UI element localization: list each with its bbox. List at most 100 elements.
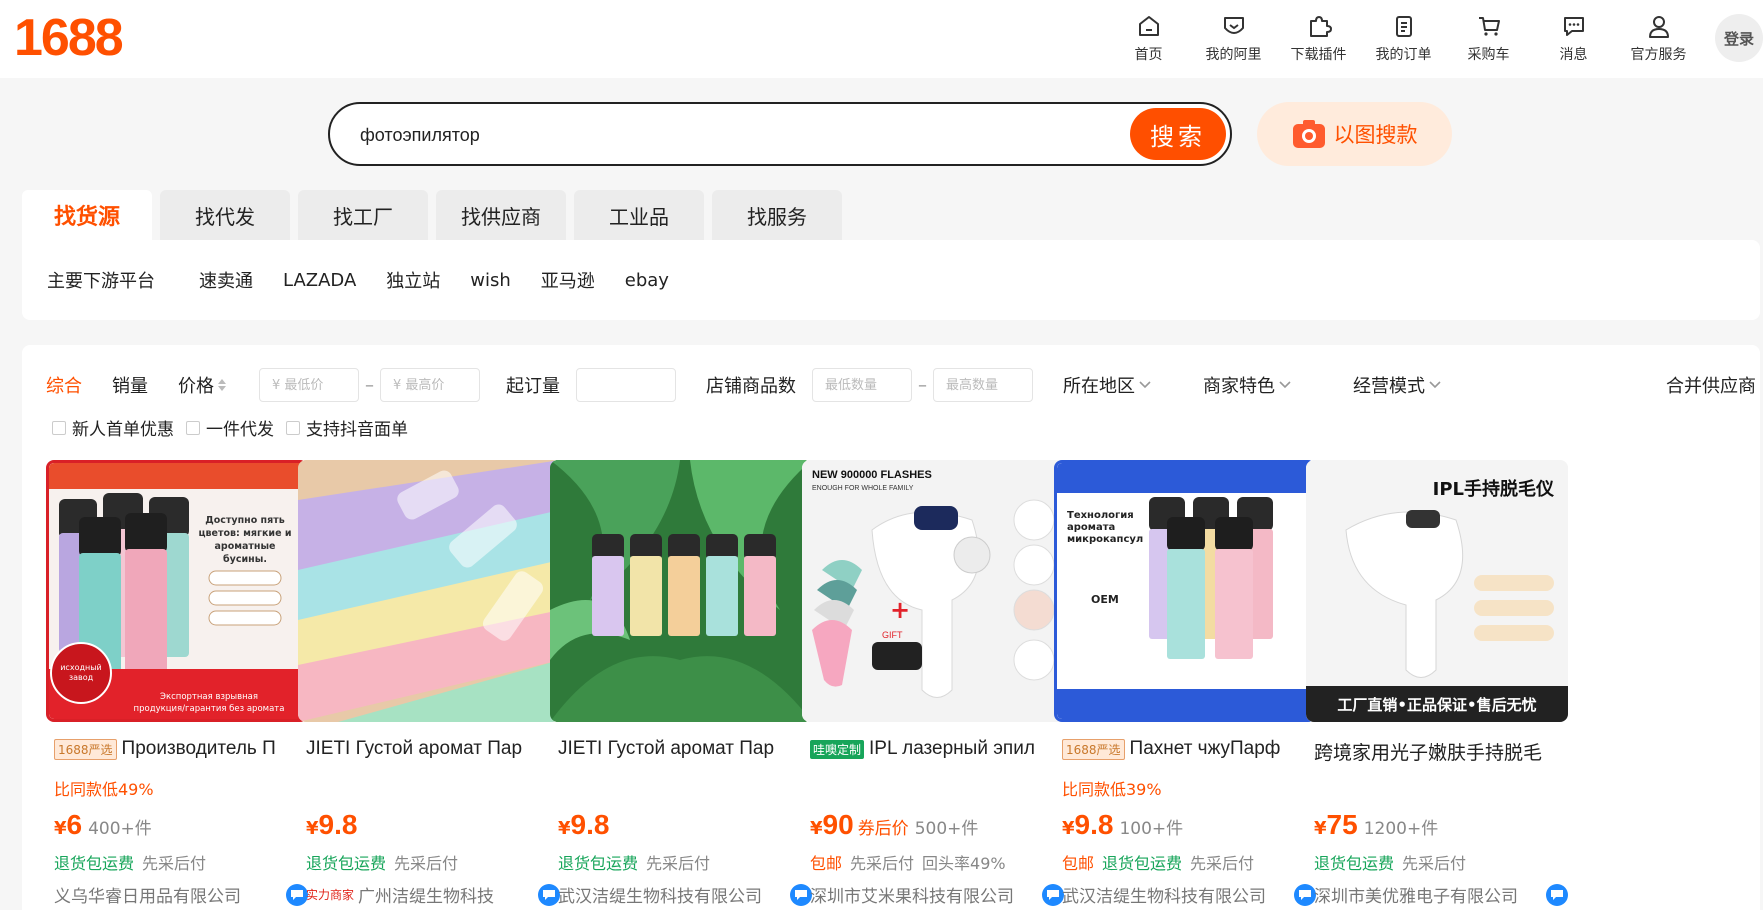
pay-later-tag: 先采后付 [142, 854, 207, 873]
return-shipping-tag: 退货包运费 [306, 854, 387, 873]
currency: ¥ [1062, 818, 1075, 839]
platform-wish[interactable]: wish [470, 270, 511, 291]
chat-icon[interactable] [1546, 883, 1568, 906]
platform-lazada[interactable]: LAZADA [283, 270, 356, 291]
check-douyin-waybill[interactable]: 支持抖音面单 [286, 415, 408, 440]
product-title[interactable]: 哇噢定制 IPL лазерный эпил [810, 738, 1062, 760]
top-nav: 首页 我的阿里 下载插件 我的订单 采购车 消息 官方服务 登录 [1106, 0, 1763, 78]
sales-count: 400+件 [88, 819, 152, 839]
merchant-feature-dropdown[interactable]: 商家特色 [1203, 372, 1291, 398]
tab-find-service[interactable]: 找服务 [712, 190, 842, 240]
company-link[interactable]: 武汉洁缇生物科技有限公司 [1062, 882, 1316, 907]
checkbox[interactable] [186, 420, 200, 435]
sort-sales[interactable]: 销量 [112, 372, 148, 398]
product-title[interactable]: JIETI Густой аромат Пар [558, 738, 810, 760]
merge-suppliers-toggle[interactable]: 合并供应商 [1666, 372, 1756, 398]
product-card[interactable]: исходный завод Экспортная взрывная проду… [46, 460, 308, 910]
nav-label: 下载插件 [1290, 47, 1347, 63]
sort-arrows-icon [218, 379, 226, 391]
product-photo: NEW 900000 FLASHES ENOUGH FOR WHOLE FAMI… [802, 460, 1064, 722]
max-count-input[interactable] [933, 368, 1033, 402]
product-image[interactable]: NEW 900000 FLASHES ENOUGH FOR WHOLE FAMI… [802, 460, 1064, 722]
platform-independent[interactable]: 独立站 [386, 267, 440, 293]
title-text: 跨境家用光子嫩肤手持脱毛 [1314, 743, 1543, 764]
check-dropship[interactable]: 一件代发 [186, 415, 274, 440]
company-link[interactable]: 实力商家 广州洁缇生物科技 [306, 882, 560, 907]
checkbox[interactable] [52, 420, 66, 435]
currency: ¥ [54, 818, 67, 839]
region-dropdown[interactable]: 所在地区 [1063, 372, 1151, 398]
platform-ebay[interactable]: ebay [625, 270, 669, 291]
nav-my-ali[interactable]: 我的阿里 [1191, 0, 1276, 78]
product-card[interactable]: NEW 900000 FLASHES ENOUGH FOR WHOLE FAMI… [802, 460, 1064, 910]
platform-aliexpress[interactable]: 速卖通 [199, 267, 253, 293]
max-price-input[interactable] [380, 368, 480, 402]
moq-label: 起订量 [506, 376, 560, 397]
check-label: 新人首单优惠 [72, 420, 174, 440]
sort-price[interactable]: 价格 [178, 372, 227, 398]
tab-find-dropship[interactable]: 找代发 [160, 190, 290, 240]
product-title[interactable]: JIETI Густой аромат Пар [306, 738, 558, 760]
product-card[interactable]: Технология аромата микрокапсул OEM 1688严… [1054, 460, 1316, 910]
product-image[interactable]: IPL手持脱毛仪 工厂直销•正品保证•售后无忧 [1306, 460, 1568, 722]
product-image[interactable] [550, 460, 812, 722]
product-image[interactable] [298, 460, 560, 722]
company-link[interactable]: 深圳市美优雅电子有限公司 [1314, 882, 1568, 907]
nav-label: 我的订单 [1375, 47, 1432, 63]
product-image[interactable]: исходный завод Экспортная взрывная проду… [46, 460, 308, 722]
company-name: 深圳市艾米果科技有限公司 [810, 887, 1014, 907]
nav-my-orders[interactable]: 我的订单 [1361, 0, 1446, 78]
image-caption: Технология [1067, 510, 1134, 521]
price-row: ¥6 400+件 [54, 809, 152, 841]
mode-label: 经营模式 [1353, 376, 1425, 397]
product-photo: исходный завод Экспортная взрывная проду… [49, 463, 305, 719]
min-price-input[interactable] [259, 368, 359, 402]
image-search-button[interactable]: 以图搜款 [1257, 102, 1452, 166]
search-button[interactable]: 搜索 [1130, 108, 1226, 160]
camera-icon [1292, 120, 1325, 148]
company-name: 义乌华睿日用品有限公司 [54, 887, 241, 907]
return-shipping-tag: 退货包运费 [558, 854, 639, 873]
product-card[interactable]: JIETI Густой аромат Пар ¥9.8 退货包运费 先采后付 实… [298, 460, 560, 910]
tab-find-source[interactable]: 找货源 [22, 190, 152, 240]
sort-comprehensive[interactable]: 综合 [46, 372, 82, 398]
home-icon [1138, 16, 1159, 36]
nav-home[interactable]: 首页 [1106, 0, 1191, 78]
free-shipping-tag: 包邮 [1062, 854, 1095, 873]
company-name: 深圳市美优雅电子有限公司 [1314, 887, 1518, 907]
product-card[interactable]: JIETI Густой аромат Пар ¥9.8 退货包运费 先采后付 武… [550, 460, 812, 910]
pay-later-tag: 先采后付 [394, 854, 459, 873]
product-card[interactable]: IPL手持脱毛仪 工厂直销•正品保证•售后无忧 跨境家用光子嫩肤手持脱毛 ¥75… [1306, 460, 1568, 910]
nav-download-plugin[interactable]: 下载插件 [1276, 0, 1361, 78]
product-image[interactable]: Технология аромата микрокапсул OEM [1054, 460, 1316, 722]
search-input[interactable] [360, 120, 1120, 150]
business-mode-dropdown[interactable]: 经营模式 [1353, 372, 1441, 398]
image-caption: ароматные [214, 541, 275, 552]
tab-find-factory[interactable]: 找工厂 [298, 190, 428, 240]
login-button[interactable]: 登录 [1715, 14, 1763, 62]
title-text: JIETI Густой аромат Пар [558, 738, 775, 759]
sales-count: 1200+件 [1363, 819, 1439, 839]
company-link[interactable]: 深圳市艾米果科技有限公司 [810, 882, 1064, 907]
title-text: Производитель П [121, 738, 276, 759]
product-title[interactable]: 跨境家用光子嫩肤手持脱毛 [1314, 738, 1566, 765]
banner-text: 工厂直销•正品保证•售后无忧 [1337, 696, 1536, 714]
company-name: 广州洁缇生物科技 [358, 887, 495, 907]
tab-find-supplier[interactable]: 找供应商 [436, 190, 566, 240]
checkbox[interactable] [286, 420, 300, 435]
nav-cart[interactable]: 采购车 [1446, 0, 1531, 78]
product-title[interactable]: 1688严选 Производитель П [54, 738, 306, 760]
currency: ¥ [1314, 818, 1327, 839]
product-title[interactable]: 1688严选 Пахнет чжуПарф [1062, 738, 1314, 760]
check-new-user-discount[interactable]: 新人首单优惠 [52, 415, 174, 440]
logo[interactable]: 1688 [14, 8, 124, 68]
company-link[interactable]: 武汉洁缇生物科技有限公司 [558, 882, 812, 907]
tab-industrial[interactable]: 工业品 [574, 190, 704, 240]
nav-official-service[interactable]: 官方服务 [1616, 0, 1701, 78]
nav-messages[interactable]: 消息 [1531, 0, 1616, 78]
platform-amazon[interactable]: 亚马逊 [541, 267, 595, 293]
company-link[interactable]: 义乌华睿日用品有限公司 [54, 882, 308, 907]
moq-input[interactable] [576, 368, 676, 402]
results-panel: 综合 销量 价格 – 起订量 店铺商品数 – 所在地区 商家特色 经营模式 合并… [22, 345, 1760, 910]
min-count-input[interactable] [812, 368, 912, 402]
